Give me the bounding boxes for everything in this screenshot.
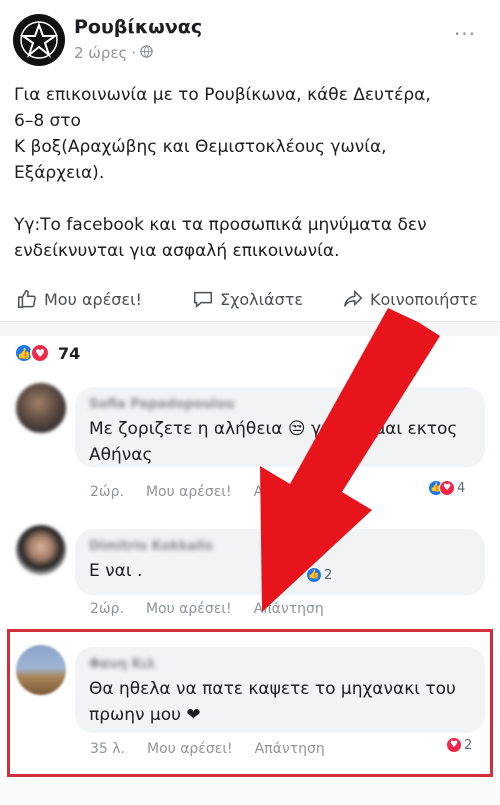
page-name[interactable]: Ρουβίκωνας [74, 16, 202, 38]
reaction-count: 74 [58, 343, 81, 363]
comment: Sofia Papadopoulou Με ζοριζετε η αλήθεια… [0, 383, 500, 503]
comment-reactions[interactable]: 👍 ♥ 4 [428, 480, 465, 496]
globe-icon [140, 44, 153, 62]
comment-reactions[interactable]: 👍 2 [306, 567, 332, 583]
comment-meta: 2ώρ. Μου αρέσει! Απάντηση [90, 601, 324, 617]
post-text: Για επικοινωνία με το Ρουβίκωνα, κάθε Δε… [14, 85, 431, 261]
comment-like-link[interactable]: Μου αρέσει! [146, 601, 232, 617]
post-meta: 2 ώρες · [74, 44, 153, 62]
comment-time[interactable]: 2ώρ. [90, 601, 124, 617]
more-options-icon[interactable]: ... [454, 16, 476, 40]
comment-reaction-count: 2 [324, 567, 333, 583]
avatar[interactable] [16, 525, 66, 575]
love-reaction-icon: ♥ [30, 343, 50, 363]
thumbs-up-icon [18, 290, 36, 308]
comment-bubble: Dimitris Kokkalis Ε ναι . [75, 529, 485, 595]
comment-bubble: Sofia Papadopoulou Με ζοριζετε η αλήθεια… [75, 387, 485, 467]
comment-like-link[interactable]: Μου αρέσει! [146, 484, 232, 500]
share-icon [344, 289, 363, 307]
like-button[interactable]: Μου αρέσει! [16, 288, 142, 310]
comment-meta: 2ώρ. Μου αρέσει! Απάντηση [90, 484, 324, 500]
comment-author[interactable]: Sofia Papadopoulou [89, 397, 471, 412]
post-header: Ρουβίκωνας 2 ώρες · ... [10, 12, 490, 72]
post-action-bar: Μου αρέσει! Σχολιάστε Κοινοποιήστε [0, 282, 500, 322]
comment-reaction-count: 4 [457, 480, 466, 496]
share-button-label: Κοινοποιήστε [370, 289, 478, 309]
comment: Dimitris Kokkalis Ε ναι . 👍 2 2ώρ. Μου α… [0, 525, 500, 625]
comment-text: Με ζοριζετε η αλήθεια 😒 γιατί είμαι εκτο… [89, 419, 458, 465]
share-button[interactable]: Κοινοποιήστε [342, 288, 478, 310]
comment-button[interactable]: Σχολιάστε [192, 288, 303, 310]
reactions-summary[interactable]: 👍 ♥ 74 [14, 343, 80, 363]
page-avatar[interactable] [13, 14, 65, 66]
comment-reply-link[interactable]: Απάντηση [254, 601, 324, 617]
like-reaction-icon: 👍 [306, 567, 322, 583]
bottom-strip [0, 783, 500, 805]
comment-author[interactable]: Dimitris Kokkalis [89, 539, 471, 554]
star-logo-icon [19, 21, 59, 59]
separator [0, 322, 500, 336]
avatar[interactable] [16, 383, 66, 433]
post-time[interactable]: 2 ώρες [74, 44, 127, 62]
comment-icon [194, 291, 212, 308]
comment-time[interactable]: 2ώρ. [90, 484, 124, 500]
meta-separator: · [131, 44, 137, 62]
comment-reply-link[interactable]: Απάντηση [254, 484, 324, 500]
highlight-frame [7, 629, 493, 777]
comment-button-label: Σχολιάστε [220, 289, 303, 309]
love-reaction-icon: ♥ [439, 480, 455, 496]
like-button-label: Μου αρέσει! [44, 289, 142, 309]
comment-text: Ε ναι . [89, 561, 143, 581]
